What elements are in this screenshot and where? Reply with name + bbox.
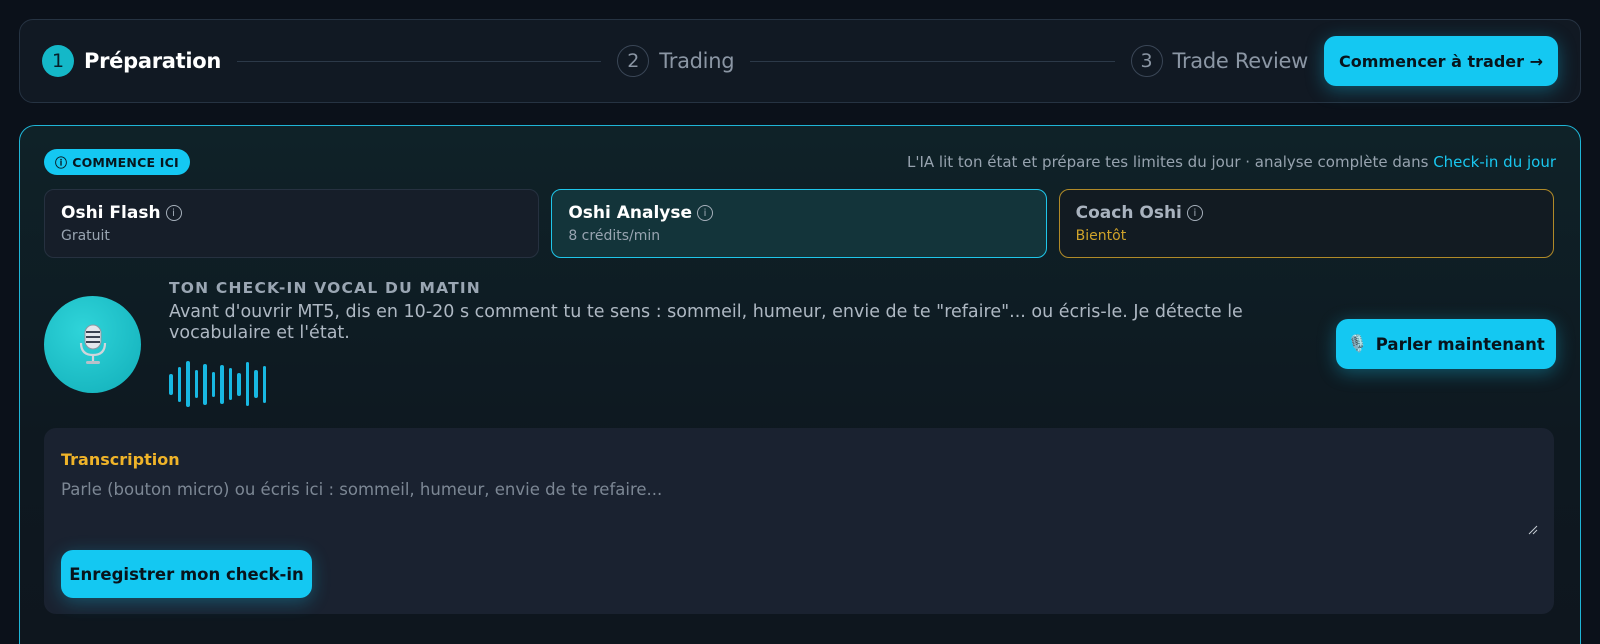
checkin-du-jour-link[interactable]: Check-in du jour [1433, 153, 1556, 171]
info-icon[interactable]: i [165, 205, 182, 221]
mode-card-coach-oshi[interactable]: Coach Oshi i Bientôt [1058, 189, 1554, 258]
mode-subtitle: Bientôt [1075, 228, 1127, 244]
step-number: 3 [1130, 45, 1163, 77]
step-label: Préparation [84, 49, 222, 73]
waveform-bar [262, 365, 266, 403]
transcription-box: Transcription Parle (bouton micro) ou éc… [44, 428, 1554, 614]
step-label: Trade Review [1172, 49, 1309, 73]
waveform-bar [211, 371, 215, 397]
info-icon[interactable]: i [697, 205, 714, 221]
mode-card-oshi-flash[interactable]: Oshi Flash i Gratuit [44, 189, 540, 258]
mode-subtitle: 8 crédits/min [568, 228, 661, 244]
waveform-bar [169, 373, 173, 395]
hint-text: L'IA lit ton état et prépare tes limites… [906, 153, 1434, 171]
step-trade-review[interactable]: 3 Trade Review [1130, 45, 1309, 77]
microphone-icon: 🎙️ [1347, 334, 1368, 353]
step-preparation[interactable]: 1 Préparation [42, 45, 221, 77]
transcription-label: Transcription [61, 450, 180, 469]
step-connector [237, 60, 602, 62]
waveform-bar [245, 362, 249, 406]
mode-card-oshi-analyse[interactable]: Oshi Analyse i 8 crédits/min [551, 189, 1047, 258]
progress-stepper: 1 Préparation 2 Trading 3 Trade Review C… [19, 19, 1581, 103]
talk-now-label: Parler maintenant [1375, 334, 1545, 354]
microphone-icon [79, 324, 106, 364]
voice-checkin-description: Avant d'ouvrir MT5, dis en 10-20 s comme… [169, 302, 1243, 343]
waveform-bar [254, 370, 258, 398]
step-number: 1 [42, 45, 74, 77]
talk-now-button[interactable]: 🎙️ Parler maintenant [1336, 319, 1556, 369]
start-trading-button[interactable]: Commencer à trader → [1324, 36, 1558, 86]
save-checkin-button[interactable]: Enregistrer mon check-in [61, 550, 312, 598]
step-number: 2 [617, 45, 650, 77]
mode-title: Coach Oshi [1075, 203, 1182, 223]
audio-waveform [169, 360, 266, 408]
info-icon[interactable]: i [1186, 205, 1203, 221]
mode-title: Oshi Flash [61, 203, 161, 223]
resize-grip-icon[interactable] [1528, 525, 1538, 535]
voice-checkin-title: TON CHECK-IN VOCAL DU MATIN [169, 279, 481, 297]
step-trading[interactable]: 2 Trading [617, 45, 735, 77]
waveform-bar [228, 368, 232, 400]
waveform-bar [177, 366, 181, 402]
mode-selector: Oshi Flash i Gratuit Oshi Analyse i 8 cr… [44, 189, 1554, 258]
microphone-button[interactable] [44, 296, 141, 393]
waveform-bar [194, 370, 198, 398]
checkin-panel: ⓘ COMMENCE ICI L'IA lit ton état et prép… [19, 125, 1581, 644]
mode-title: Oshi Analyse [568, 203, 693, 223]
mode-subtitle: Gratuit [61, 228, 110, 244]
step-connector [750, 60, 1115, 62]
waveform-bar [220, 364, 224, 404]
info-icon: ⓘ [55, 155, 68, 170]
waveform-bar [237, 372, 241, 396]
waveform-bar [186, 361, 190, 407]
step-label: Trading [659, 49, 735, 73]
panel-hint: L'IA lit ton état et prépare tes limites… [907, 153, 1556, 171]
waveform-bar [203, 363, 207, 405]
badge-label: COMMENCE ICI [72, 154, 179, 170]
start-here-badge: ⓘ COMMENCE ICI [44, 149, 190, 175]
transcription-textarea[interactable]: Parle (bouton micro) ou écris ici : somm… [61, 480, 1536, 538]
